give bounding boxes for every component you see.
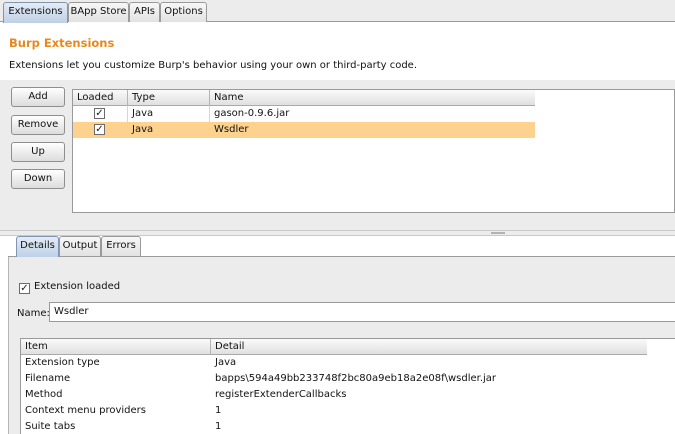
info-row[interactable]: Extension type Java [21, 355, 647, 371]
extensions-panel: Burp Extensions Extensions let you custo… [0, 22, 675, 434]
name-label: Name: [17, 308, 50, 319]
type-cell: Java [128, 106, 210, 122]
column-header-loaded[interactable]: Loaded [73, 90, 128, 106]
extension-loaded-label: Extension loaded [34, 281, 121, 292]
page-title: Burp Extensions [9, 36, 115, 50]
table-row[interactable]: ✓ Java gason-0.9.6.jar [73, 106, 535, 122]
extension-details-area: Details Output Errors ✓ Extension loaded… [0, 236, 675, 434]
info-item: Context menu providers [25, 405, 146, 416]
tab-details[interactable]: Details [16, 236, 59, 257]
loaded-checkbox[interactable]: ✓ [94, 108, 105, 119]
info-row[interactable]: Filename bapps\594a49bb233748f2bc80a9eb1… [21, 371, 647, 387]
tab-extensions[interactable]: Extensions [3, 2, 68, 23]
page-description: Extensions let you customize Burp's beha… [9, 60, 418, 71]
extension-loaded-checkbox[interactable]: ✓ [19, 283, 30, 294]
info-table-header: Item Detail [21, 339, 647, 355]
tab-options[interactable]: Options [160, 2, 207, 22]
loaded-cell: ✓ [73, 106, 128, 122]
info-item: Filename [25, 373, 71, 384]
extension-info-table[interactable]: Item Detail Extension type Java Filename… [20, 338, 675, 434]
tab-bapp-store[interactable]: BApp Store [68, 2, 129, 22]
tab-output[interactable]: Output [59, 236, 101, 256]
tab-errors[interactable]: Errors [101, 236, 141, 256]
add-button[interactable]: Add [11, 87, 65, 107]
extensions-table[interactable]: Loaded Type Name ✓ Java gason-0.9.6.jar … [72, 89, 675, 213]
name-cell: gason-0.9.6.jar [214, 108, 290, 119]
column-header-detail[interactable]: Detail [211, 339, 647, 355]
tab-apis[interactable]: APIs [129, 2, 160, 22]
table-header: Loaded Type Name [73, 90, 535, 106]
info-detail: bapps\594a49bb233748f2bc80a9eb18a2e08f\w… [215, 373, 497, 384]
loaded-checkbox[interactable]: ✓ [94, 124, 105, 135]
detail-tab-bar: Details Output Errors [0, 236, 675, 257]
info-item: Method [25, 389, 63, 400]
column-header-name[interactable]: Name [210, 90, 535, 106]
splitter-grip-icon[interactable] [491, 232, 505, 234]
down-button[interactable]: Down [11, 169, 65, 189]
info-item: Suite tabs [25, 421, 76, 432]
info-detail: 1 [215, 405, 222, 416]
name-cell: Wsdler [214, 124, 249, 135]
table-row-selected[interactable]: ✓ Java Wsdler [73, 122, 535, 138]
loaded-cell: ✓ [73, 122, 128, 138]
extensions-list-area: Add Remove Up Down Loaded Type Name ✓ Ja… [0, 80, 675, 230]
up-button[interactable]: Up [11, 142, 65, 162]
details-panel: ✓ Extension loaded Name: Wsdler Item Det… [8, 257, 675, 434]
info-row[interactable]: Context menu providers 1 [21, 403, 647, 419]
info-detail: 1 [215, 421, 222, 432]
name-field[interactable]: Wsdler [49, 302, 675, 322]
main-tab-bar: Extensions BApp Store APIs Options [0, 0, 675, 23]
remove-button[interactable]: Remove [11, 115, 65, 135]
info-row[interactable]: Suite tabs 1 [21, 419, 647, 434]
info-item: Extension type [25, 357, 100, 368]
column-header-type[interactable]: Type [128, 90, 210, 106]
info-row[interactable]: Method registerExtenderCallbacks [21, 387, 647, 403]
info-detail: Java [215, 357, 237, 368]
type-cell: Java [128, 122, 210, 138]
info-detail: registerExtenderCallbacks [215, 389, 347, 400]
column-header-item[interactable]: Item [21, 339, 211, 355]
